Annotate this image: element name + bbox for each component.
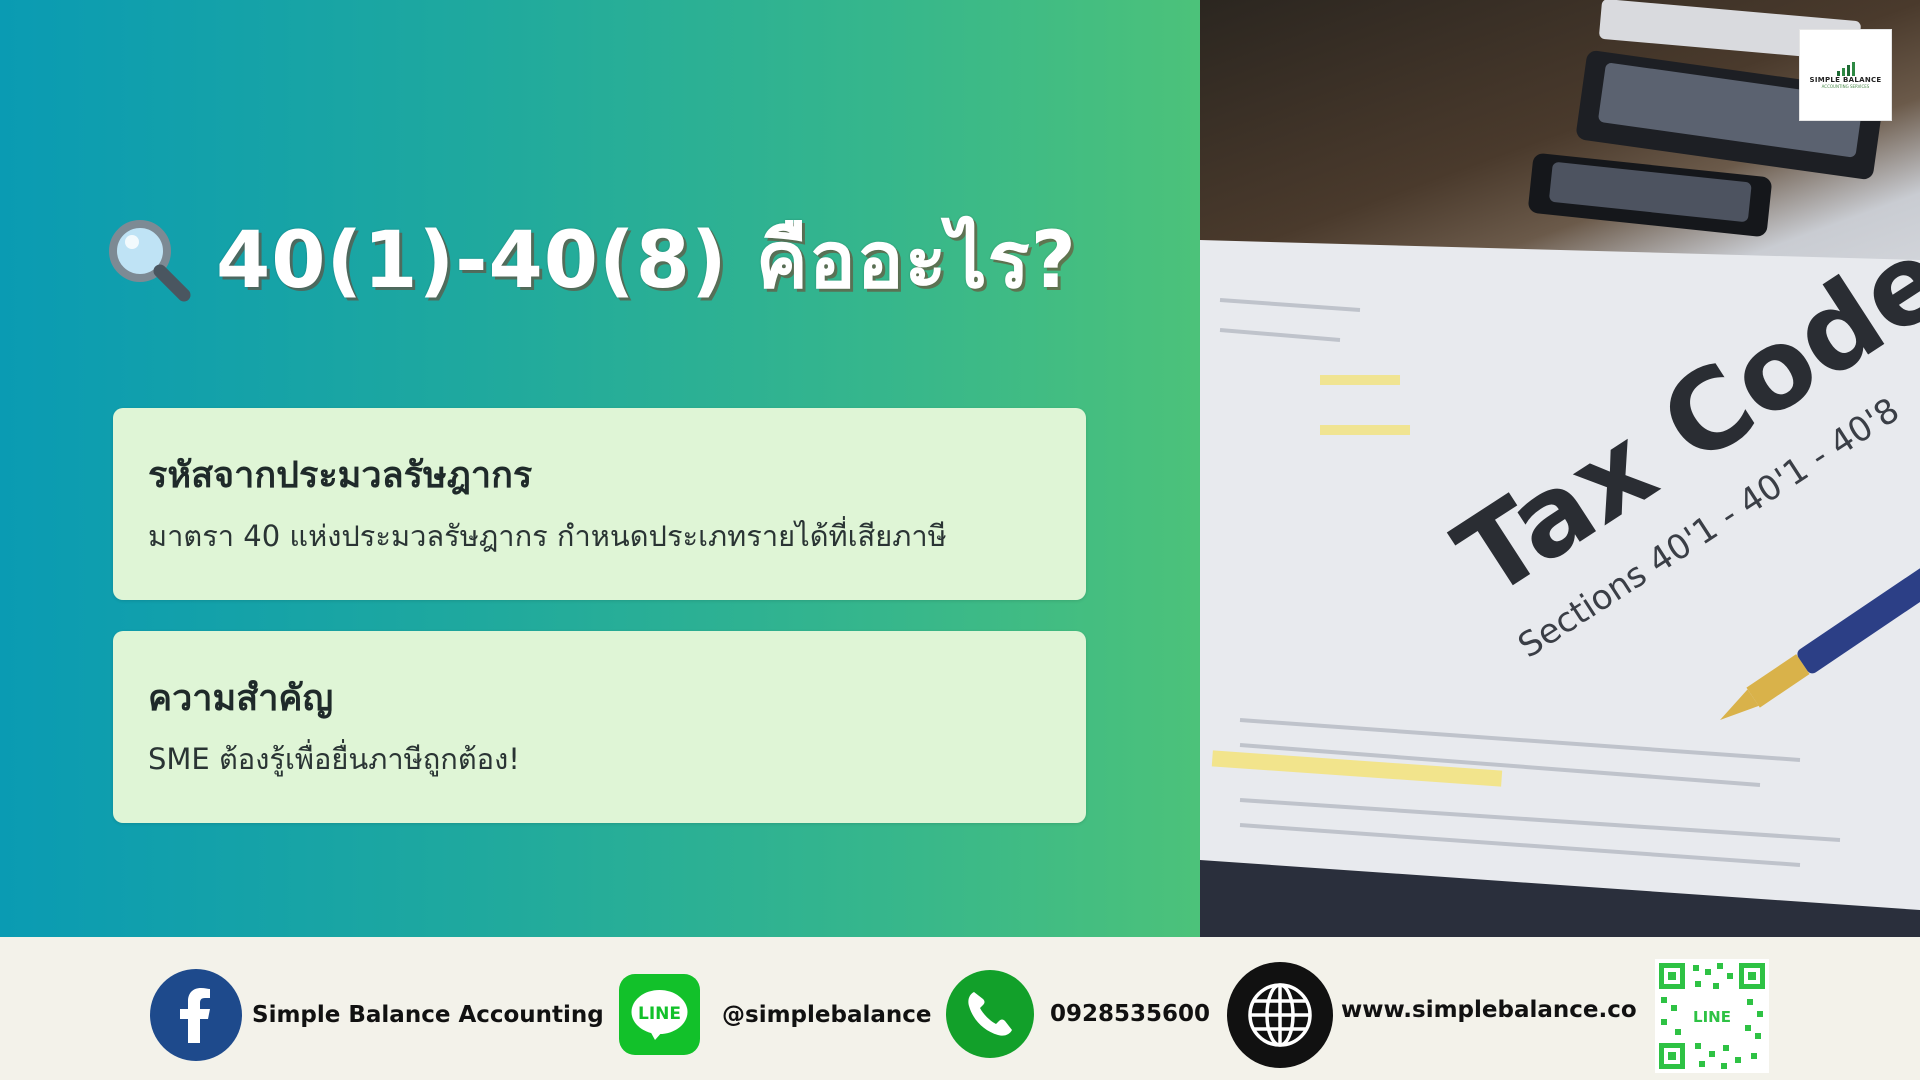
logo-subtext: ACCOUNTING SERVICES <box>1821 83 1870 89</box>
title-text: 40(1)-40(8) คืออะไร? <box>216 216 1077 306</box>
website-link[interactable]: www.simplebalance.co <box>1227 962 1637 1068</box>
facebook-link[interactable]: Simple Balance Accounting <box>150 969 604 1061</box>
phone-label: 0928535600 <box>1050 1001 1211 1027</box>
svg-text:LINE: LINE <box>1693 1008 1731 1026</box>
bar-chart-logo-icon <box>1836 61 1855 76</box>
page-title: 40(1)-40(8) คืออะไร? <box>104 205 1077 315</box>
card-tax-code-source: รหัสจากประมวลรัษฎากร มาตรา 40 แห่งประมวล… <box>113 408 1086 600</box>
card-heading: ความสำคัญ <box>148 678 334 719</box>
line-icon: LINE <box>619 974 700 1055</box>
tax-code-photo: Tax Code Sections 40'1 - 40'1 - 40'8 <box>1200 0 1920 937</box>
card-importance: ความสำคัญ SME ต้องรู้เพื่อยื่นภาษีถูกต้อ… <box>113 631 1086 823</box>
logo-text: SIMPLE BALANCE <box>1809 75 1882 84</box>
globe-icon <box>1227 962 1333 1068</box>
phone-icon <box>946 970 1034 1058</box>
website-label: www.simplebalance.co <box>1341 997 1637 1023</box>
card-heading: รหัสจากประมวลรัษฎากร <box>148 455 533 496</box>
facebook-icon <box>150 969 242 1061</box>
card-body: SME ต้องรู้เพื่อยื่นภาษีถูกต้อง! <box>148 742 520 776</box>
phone-link[interactable]: 0928535600 <box>946 970 1210 1058</box>
hero-panel: 40(1)-40(8) คืออะไร? รหัสจากประมวลรัษฎาก… <box>0 0 1200 937</box>
footer-bar: Simple Balance Accounting LINE @simpleba… <box>0 937 1920 1080</box>
line-label: @simplebalance <box>722 1001 932 1028</box>
line-link[interactable]: LINE @simplebalance <box>619 974 931 1055</box>
facebook-label: Simple Balance Accounting <box>252 1002 604 1028</box>
company-logo: SIMPLE BALANCE ACCOUNTING SERVICES <box>1799 29 1892 121</box>
magnifier-icon <box>109 220 191 302</box>
card-body: มาตรา 40 แห่งประมวลรัษฎากร กำหนดประเภทรา… <box>148 519 947 553</box>
svg-text:LINE: LINE <box>638 1004 681 1024</box>
line-qr-code[interactable]: LINE <box>1655 959 1769 1073</box>
qr-code-icon: LINE <box>1655 959 1769 1073</box>
